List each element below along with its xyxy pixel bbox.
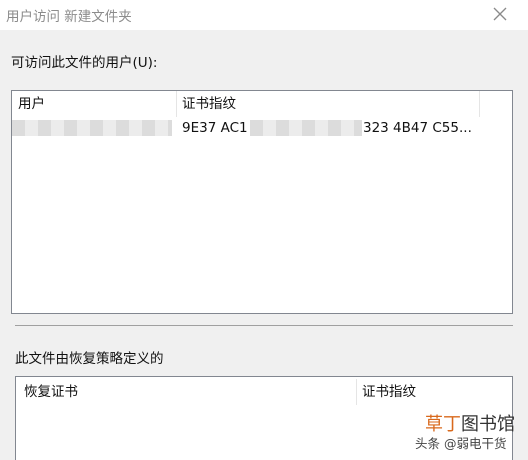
- column-header-recovery-cert[interactable]: 恢复证书: [24, 379, 78, 405]
- column-header-thumbprint[interactable]: 证书指纹: [182, 91, 236, 117]
- column-header-thumbprint[interactable]: 证书指纹: [362, 379, 416, 405]
- close-icon: [493, 7, 507, 21]
- watermark-brand-accent: 草丁: [425, 414, 461, 435]
- users-section-label: 可访问此文件的用户(U):: [11, 55, 158, 71]
- users-list[interactable]: 用户 证书指纹 9E37 AC1 323 4B47 C55...: [11, 90, 513, 314]
- watermark: 草丁图书馆 头条 @弱电干货: [415, 410, 523, 458]
- title-bar: 用户访问 新建文件夹: [0, 0, 528, 30]
- watermark-source: 头条 @弱电干货: [415, 436, 507, 451]
- thumbprint-end: 323 4B47 C55...: [363, 120, 472, 136]
- recovery-section-label: 此文件由恢复策略定义的: [15, 351, 164, 367]
- watermark-brand-rest: 图书馆: [461, 414, 515, 435]
- redacted-thumbprint: [250, 120, 362, 136]
- column-separator[interactable]: [479, 91, 480, 117]
- user-row[interactable]: 9E37 AC1 323 4B47 C55...: [12, 117, 512, 139]
- redacted-user-name: [12, 120, 172, 136]
- thumbprint-start: 9E37 AC1: [182, 120, 248, 136]
- column-separator[interactable]: [176, 91, 177, 117]
- section-divider: [15, 325, 513, 326]
- close-button[interactable]: [487, 2, 513, 26]
- column-separator[interactable]: [356, 379, 357, 405]
- column-header-user[interactable]: 用户: [18, 91, 45, 117]
- window-title: 用户访问 新建文件夹: [6, 9, 132, 25]
